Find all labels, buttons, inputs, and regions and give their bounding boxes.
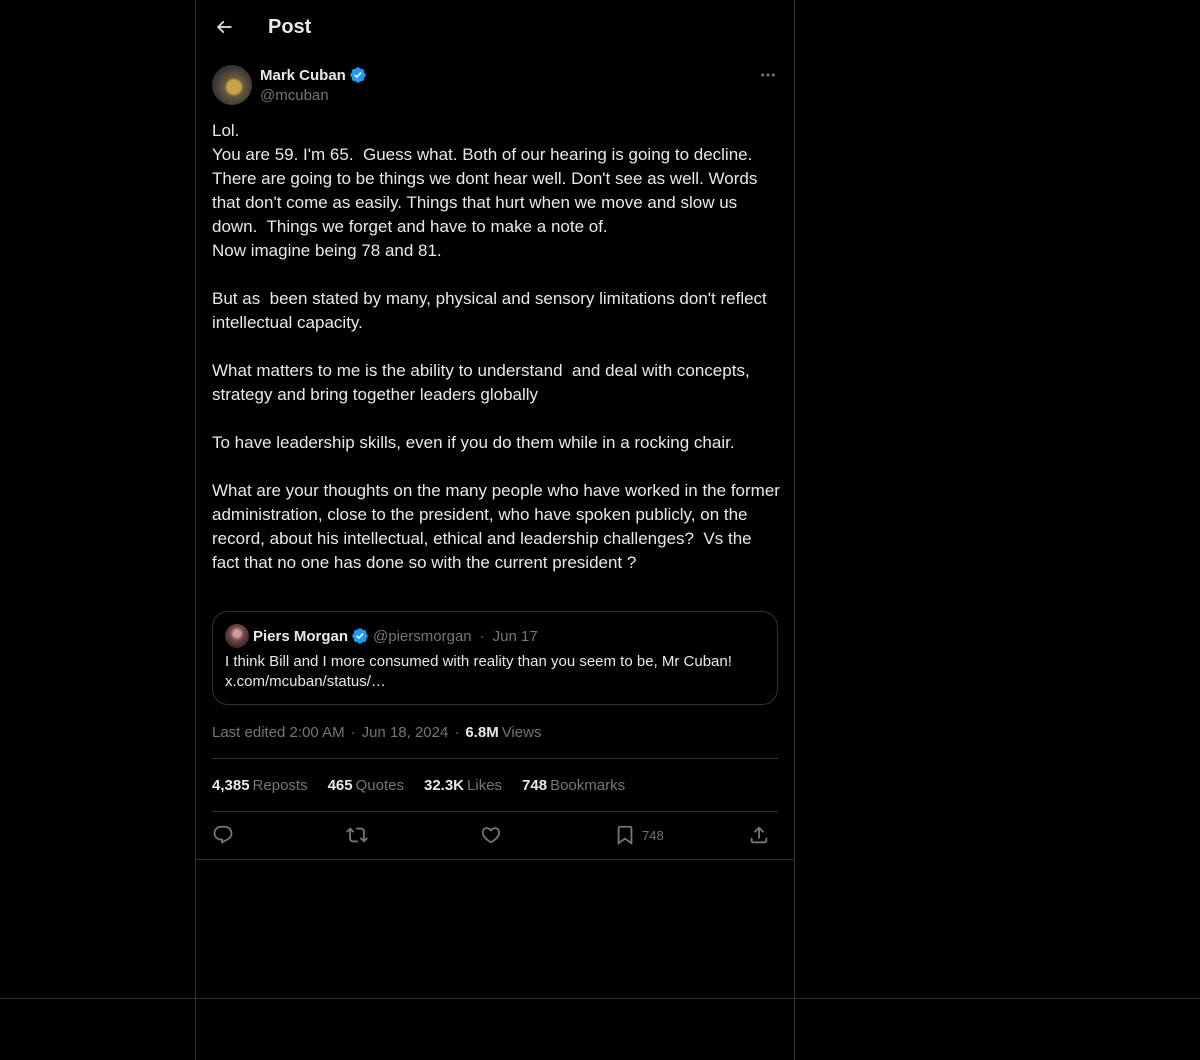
quoted-author-handle: @piersmorgan xyxy=(373,627,472,645)
like-button[interactable] xyxy=(480,820,502,850)
share-icon xyxy=(750,826,768,844)
edited-time[interactable]: Last edited 2:00 AM xyxy=(212,724,345,741)
stat-count: 748 xyxy=(522,776,548,794)
engagement-stats: 4,385 Reposts 465 Quotes 32.3K Likes 748 Boo… xyxy=(212,774,645,796)
share-button[interactable] xyxy=(748,820,770,850)
heart-icon xyxy=(481,827,501,844)
stat-label: Reposts xyxy=(252,776,308,794)
more-horizontal-icon xyxy=(761,73,775,77)
stat-bookmarks[interactable]: 748 Bookmarks xyxy=(522,777,625,794)
divider xyxy=(0,998,1200,999)
reply-button[interactable] xyxy=(212,820,234,850)
avatar[interactable] xyxy=(212,65,252,105)
page-root: Post Mark Cuban @mcuban Lol. You are 59.… xyxy=(0,0,1200,1060)
bookmark-count: 748 xyxy=(642,827,664,843)
quoted-author-name: Piers Morgan xyxy=(253,627,349,645)
arrow-left-icon xyxy=(216,20,232,34)
stat-count: 32.3K xyxy=(423,776,465,794)
quoted-post-link[interactable]: x.com/mcuban/status/… xyxy=(225,673,386,690)
quoted-post-header: Piers Morgan @piersmorgan · Jun 17 xyxy=(225,624,538,648)
stat-reposts[interactable]: 4,385 Reposts xyxy=(212,777,308,794)
reply-icon xyxy=(213,825,233,844)
action-bar: 748 xyxy=(212,820,778,850)
bookmark-icon xyxy=(617,825,633,846)
repost-button[interactable] xyxy=(346,820,368,850)
views-count: 6.8M xyxy=(465,723,499,741)
more-options-button[interactable] xyxy=(756,64,780,86)
main-column: Post Mark Cuban @mcuban Lol. You are 59.… xyxy=(195,0,795,1060)
author-row: Mark Cuban @mcuban xyxy=(212,64,780,108)
separator-dot: · xyxy=(479,627,485,645)
bookmark-button[interactable]: 748 xyxy=(614,820,664,850)
quoted-post-card[interactable]: Piers Morgan @piersmorgan · Jun 17 I thi… xyxy=(212,611,778,705)
separator-dot: · xyxy=(350,723,356,741)
divider xyxy=(196,859,794,860)
post-date[interactable]: Jun 18, 2024 xyxy=(362,724,449,741)
author-names: Mark Cuban @mcuban xyxy=(260,64,367,106)
back-button[interactable] xyxy=(206,9,242,45)
stat-label: Likes xyxy=(467,776,503,794)
stat-count: 4,385 xyxy=(212,776,250,794)
author-handle[interactable]: @mcuban xyxy=(260,86,367,106)
views-label: Views xyxy=(501,723,542,741)
page-header: Post xyxy=(196,0,794,54)
post-meta: Last edited 2:00 AM · Jun 18, 2024 · 6.8… xyxy=(212,721,541,743)
divider xyxy=(212,758,778,759)
separator-dot: · xyxy=(454,723,460,741)
repost-icon xyxy=(346,827,368,843)
stat-label: Quotes xyxy=(355,776,404,794)
quoted-post-date: Jun 17 xyxy=(492,627,538,645)
stat-label: Bookmarks xyxy=(550,776,626,794)
verified-badge-icon xyxy=(352,628,368,644)
quoted-avatar xyxy=(225,624,249,648)
post-text: Lol. You are 59. I'm 65. Guess what. Bot… xyxy=(212,121,780,572)
quoted-post-text: I think Bill and I more consumed with re… xyxy=(225,652,765,692)
stat-quotes[interactable]: 465 Quotes xyxy=(328,777,404,794)
verified-badge-icon xyxy=(350,67,366,83)
author-name-line: Mark Cuban xyxy=(260,64,367,86)
page-title: Post xyxy=(268,16,312,38)
stat-likes[interactable]: 32.3K Likes xyxy=(424,777,502,794)
quoted-post-text-line1: I think Bill and I more consumed with re… xyxy=(225,653,732,670)
author-name[interactable]: Mark Cuban xyxy=(260,67,346,84)
divider xyxy=(212,811,778,812)
stat-count: 465 xyxy=(327,776,353,794)
